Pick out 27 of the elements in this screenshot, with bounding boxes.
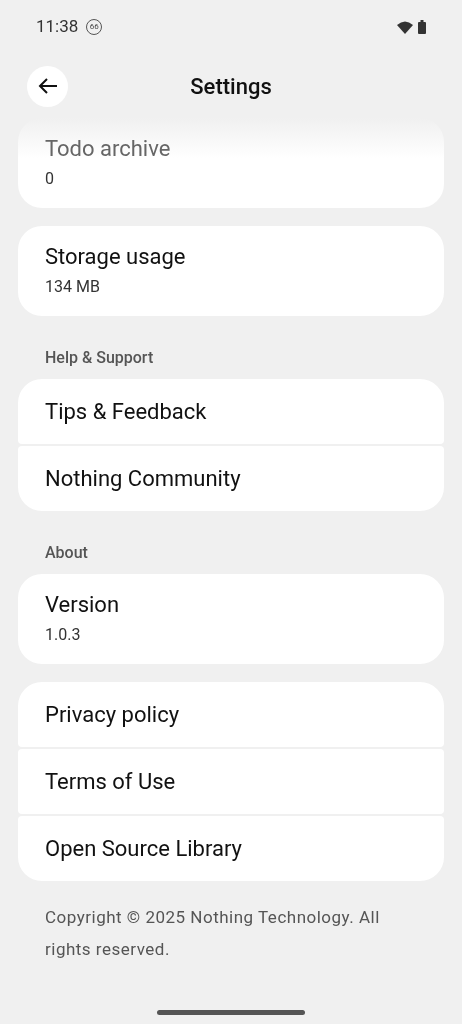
section-heading: Help & Support (44, 347, 155, 369)
settings-item[interactable]: Privacy policy (18, 682, 444, 747)
wifi-icon (397, 20, 413, 34)
item-title: Version (45, 591, 121, 619)
battery-icon (418, 20, 426, 34)
item-title: Terms of Use (45, 767, 177, 796)
settings-item[interactable]: Version 1.0.3 (18, 574, 444, 664)
item-value: 1.0.3 (45, 624, 82, 646)
section-heading: About (44, 542, 89, 564)
settings-item[interactable]: Terms of Use (18, 749, 444, 814)
item-title: Todo archive (45, 135, 172, 163)
item-value: 0 (45, 168, 55, 190)
settings-item[interactable]: Open Source Library (18, 816, 444, 881)
back-button[interactable] (27, 65, 68, 107)
item-value: 134 MB (45, 276, 101, 298)
settings-item[interactable]: Nothing Community (18, 446, 444, 511)
settings-item[interactable]: Tips & Feedback (18, 379, 444, 444)
item-title: Privacy policy (45, 700, 181, 729)
page-title: Settings (190, 72, 272, 101)
settings-item[interactable]: Storage usage 134 MB (18, 226, 444, 316)
copyright-text: Copyright © 2025 Nothing Technology. All rights reserved. (44, 906, 381, 961)
status-time: 11:38 (36, 15, 79, 39)
item-title: Open Source Library (45, 834, 243, 863)
item-title: Tips & Feedback (45, 397, 208, 426)
back-arrow-icon (37, 77, 58, 95)
item-title: Nothing Community (45, 464, 242, 493)
item-title: Storage usage (45, 243, 187, 271)
